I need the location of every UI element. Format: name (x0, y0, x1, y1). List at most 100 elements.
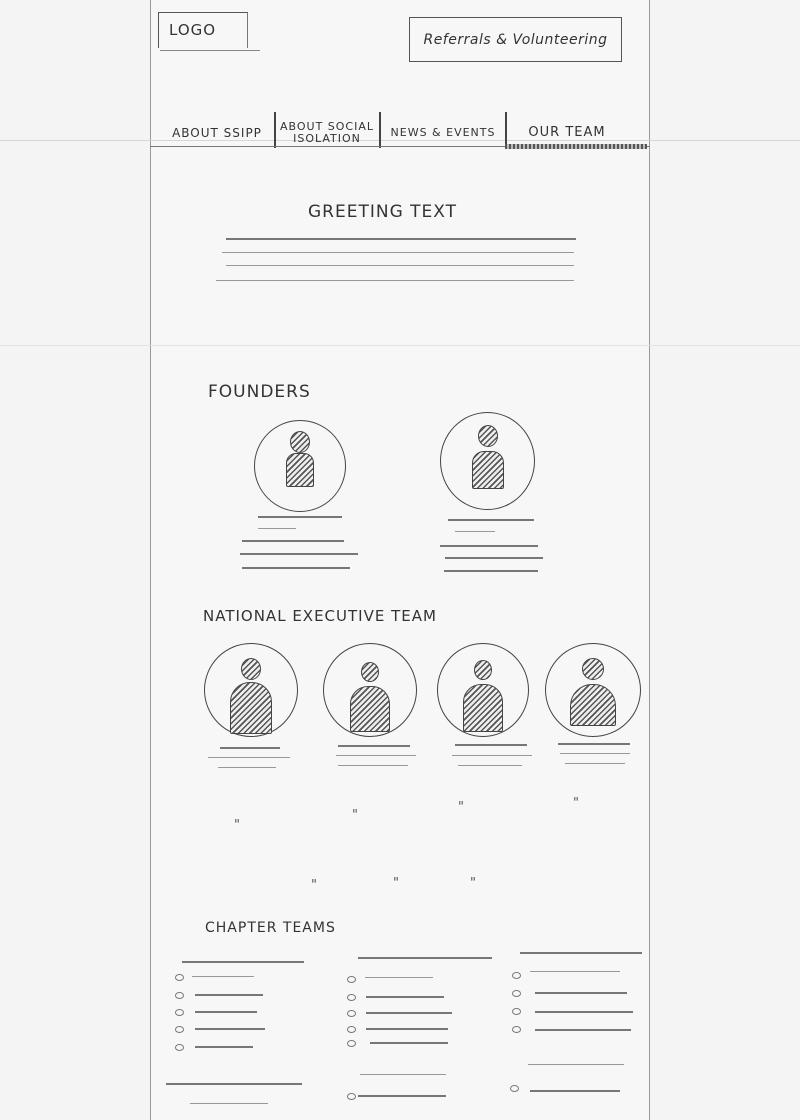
list-bullet (175, 1044, 184, 1051)
founder-avatar[interactable] (440, 412, 535, 510)
list-bullet (175, 974, 184, 981)
logo[interactable]: LOGO (158, 12, 248, 48)
person-body-icon (570, 684, 616, 726)
chapter-list-item[interactable] (528, 1064, 624, 1065)
chapter-list-item[interactable] (366, 1028, 448, 1030)
executive-avatar[interactable] (204, 643, 298, 737)
founder-text-line (444, 570, 538, 572)
founders-heading: FOUNDERS (208, 382, 311, 402)
ditto-mark: " (470, 876, 476, 891)
executive-text-line (458, 765, 522, 766)
greeting-title: GREETING TEXT (308, 202, 458, 222)
executive-name-line (220, 747, 280, 749)
list-bullet (175, 1026, 184, 1033)
chapter-list-item[interactable] (192, 976, 254, 977)
person-head-icon (241, 658, 261, 680)
executive-text-line (208, 757, 290, 758)
chapter-list-item[interactable] (360, 1074, 446, 1075)
list-bullet (512, 1026, 521, 1033)
chapter-list-item[interactable] (195, 1046, 253, 1048)
founder-text-line (242, 567, 350, 569)
nav-separator (379, 112, 381, 148)
chapter-list-item[interactable] (365, 977, 433, 978)
executive-avatar[interactable] (545, 643, 641, 737)
chapter-list-item[interactable] (370, 1042, 448, 1044)
chapter-list-item[interactable] (195, 994, 263, 996)
list-bullet (347, 1093, 356, 1100)
person-body-icon (350, 686, 390, 732)
nav-item-news-events[interactable]: NEWS & EVENTS (383, 118, 503, 148)
ditto-mark: " (311, 878, 317, 893)
chapter-title-line (358, 957, 492, 959)
chapter-list-item[interactable] (535, 992, 627, 994)
nav-separator (505, 112, 507, 148)
founder-text-line (258, 528, 296, 529)
founder-text-line (240, 553, 358, 555)
person-body-icon (463, 684, 503, 732)
ditto-mark: " (234, 818, 240, 833)
text-placeholder-line (226, 265, 574, 266)
executive-text-line (218, 767, 276, 768)
nav-item-about-ssipp[interactable]: ABOUT SSIPP (163, 118, 271, 148)
executive-text-line (452, 755, 532, 756)
founder-avatar[interactable] (254, 420, 346, 512)
founder-text-line (242, 540, 344, 542)
executive-avatar[interactable] (437, 643, 529, 737)
executive-text-line (336, 755, 416, 756)
executive-name-line (558, 743, 630, 745)
ditto-mark: " (458, 800, 464, 815)
logo-underline (160, 50, 260, 51)
list-bullet (512, 972, 521, 979)
chapter-list-item[interactable] (530, 1090, 620, 1092)
chapter-list-item[interactable] (535, 1029, 631, 1031)
founder-name-line (258, 516, 342, 518)
list-bullet (175, 992, 184, 999)
list-bullet (175, 1009, 184, 1016)
referrals-volunteering-button[interactable]: Referrals & Volunteering (409, 17, 622, 62)
chapter-title-line (182, 961, 304, 963)
founder-text-line (455, 531, 495, 532)
executive-team-heading: NATIONAL EXECUTIVE TEAM (203, 607, 437, 625)
founder-text-line (445, 557, 543, 559)
text-placeholder-line (222, 252, 574, 253)
chapter-list-item[interactable] (535, 1011, 633, 1013)
nav-separator (274, 112, 276, 148)
list-bullet (510, 1085, 519, 1092)
executive-text-line (338, 765, 408, 766)
person-head-icon (474, 660, 492, 680)
chapter-list-item[interactable] (195, 1028, 265, 1030)
ditto-mark: " (352, 808, 358, 823)
list-bullet (347, 1010, 356, 1017)
list-bullet (347, 1026, 356, 1033)
ditto-mark: " (573, 796, 579, 811)
person-head-icon (582, 658, 604, 680)
executive-name-line (455, 744, 527, 746)
person-body-icon (471, 451, 504, 489)
text-placeholder-line (226, 238, 576, 240)
chapter-list-item[interactable] (358, 1095, 446, 1097)
executive-name-line (338, 745, 410, 747)
founder-text-line (440, 545, 538, 547)
executive-text-line (565, 763, 625, 764)
text-placeholder-line (216, 280, 574, 281)
chapter-list-item[interactable] (530, 971, 620, 972)
chapter-list-item[interactable] (195, 1011, 257, 1013)
list-bullet (512, 990, 521, 997)
person-head-icon (290, 431, 310, 453)
person-head-icon (477, 425, 498, 447)
list-bullet (347, 1040, 356, 1047)
executive-text-line (560, 753, 630, 754)
person-body-icon (286, 453, 314, 487)
chapter-list-item[interactable] (190, 1103, 268, 1104)
list-bullet (347, 976, 356, 983)
executive-avatar[interactable] (323, 643, 417, 737)
ditto-mark: " (393, 876, 399, 891)
person-head-icon (361, 662, 379, 682)
person-body-icon (230, 682, 272, 734)
list-bullet (347, 994, 356, 1001)
chapter-list-item[interactable] (366, 1012, 452, 1014)
founder-name-line (448, 519, 534, 521)
nav-item-about-social-isolation[interactable]: ABOUT SOCIAL ISOLATION (278, 118, 376, 148)
chapter-list-item[interactable] (366, 996, 444, 998)
nav-active-indicator (505, 144, 647, 149)
